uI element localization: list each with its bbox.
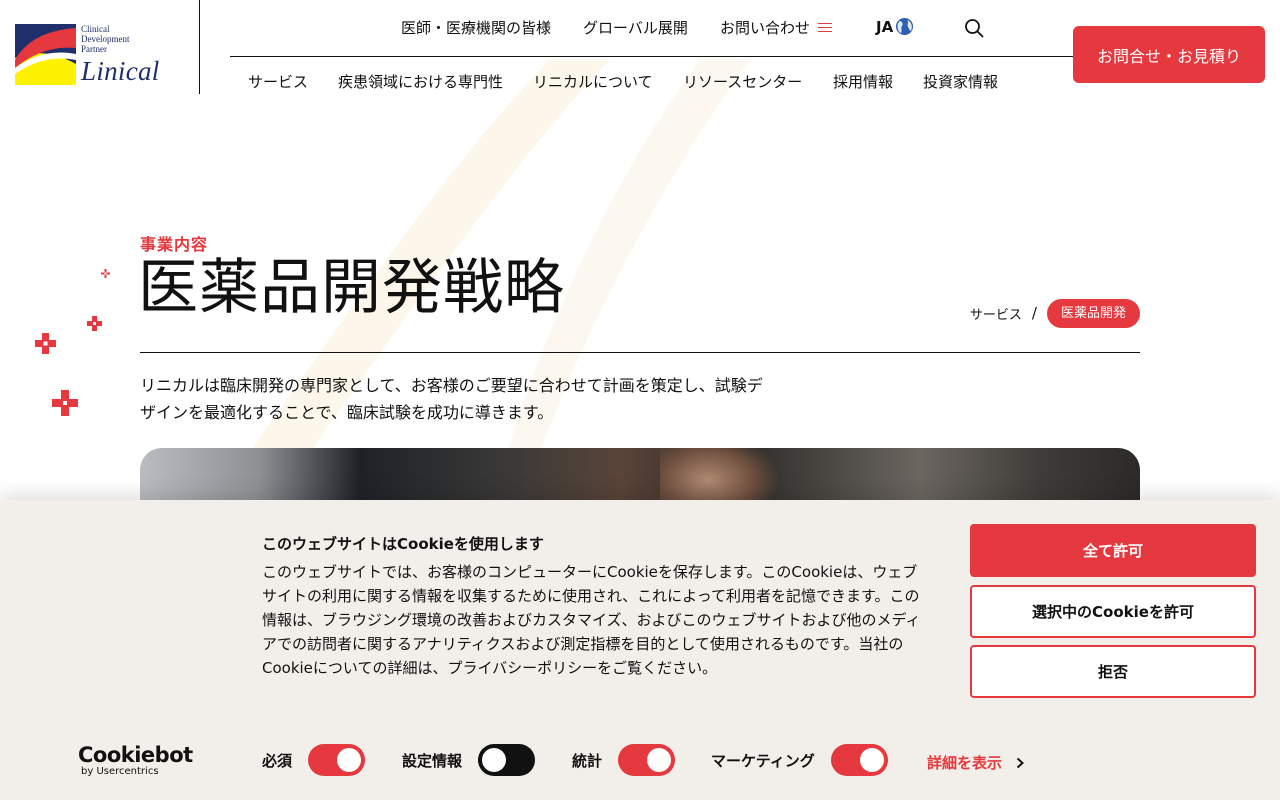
cross-decoration-icon <box>52 390 78 416</box>
util-link-contact[interactable]: お問い合わせ <box>720 17 833 38</box>
preferences-switch[interactable] <box>478 744 536 776</box>
cookiebot-logo: Cookiebot by Usercentrics <box>78 743 193 777</box>
cross-decoration-icon <box>87 316 102 331</box>
toggle-necessary: 必須 <box>262 744 366 776</box>
logo-mark-icon <box>15 24 76 85</box>
cookiebot-byline: by Usercentrics <box>81 766 159 777</box>
toggle-preferences: 設定情報 <box>402 744 536 776</box>
breadcrumb-services[interactable]: サービス <box>970 304 1022 323</box>
page-title: 医薬品開発戦略 <box>138 253 565 323</box>
nav-item-resources[interactable]: リソースセンター <box>683 71 802 92</box>
util-link-physicians[interactable]: 医師・医療機関の皆様 <box>401 17 551 38</box>
allow-selected-button[interactable]: 選択中のCookieを許可 <box>970 585 1256 638</box>
statistics-switch[interactable] <box>618 744 676 776</box>
utility-nav: 医師・医療機関の皆様 グローバル展開 お問い合わせ JA <box>230 17 1025 39</box>
search-icon[interactable] <box>964 18 984 38</box>
cross-decoration-icon <box>35 333 56 354</box>
globe-icon <box>896 17 914 36</box>
marketing-switch[interactable] <box>830 744 888 776</box>
contact-quote-button[interactable]: お問合せ・お見積り <box>1073 26 1265 83</box>
show-details-label: 詳細を表示 <box>927 754 1003 772</box>
cross-decoration-icon <box>101 269 110 278</box>
cookie-title: このウェブサイトはCookieを使用します <box>262 535 544 553</box>
cookie-banner: このウェブサイトはCookieを使用します このウェブサイトでは、お客様のコンピ… <box>0 500 1280 800</box>
util-link-contact-label: お問い合わせ <box>720 19 811 37</box>
intro-line-2: ザインを最適化することで、臨床試験を成功に導きます。 <box>140 403 554 422</box>
allow-all-button[interactable]: 全て許可 <box>970 524 1256 577</box>
toggle-label: 統計 <box>572 751 603 770</box>
necessary-switch[interactable] <box>308 744 366 776</box>
toggle-label: 必須 <box>262 751 293 770</box>
cookiebot-name: Cookiebot <box>78 743 193 767</box>
util-link-global[interactable]: グローバル展開 <box>583 17 688 38</box>
language-switcher[interactable]: JA <box>876 17 914 36</box>
header-rule <box>230 56 1080 57</box>
breadcrumb-current: 医薬品開発 <box>1046 298 1140 328</box>
nav-item-expertise[interactable]: 疾患領域における専門性 <box>338 71 503 92</box>
nav-item-investors[interactable]: 投資家情報 <box>923 71 998 92</box>
linical-logo[interactable]: Clinical Development Partner Linical <box>15 20 185 90</box>
breadcrumb-separator: / <box>1031 304 1037 322</box>
toggle-statistics: 統計 <box>572 744 676 776</box>
nav-item-about[interactable]: リニカルについて <box>533 71 653 92</box>
logo-wordmark: Linical <box>81 56 160 86</box>
breadcrumb: サービス / 医薬品開発 <box>970 298 1140 328</box>
deny-button[interactable]: 拒否 <box>970 645 1256 698</box>
intro-text: リニカルは臨床開発の専門家として、お客様のご要望に合わせて計画を策定し、試験デ … <box>140 372 820 426</box>
logo-divider <box>199 0 200 94</box>
cookie-body: このウェブサイトでは、お客様のコンピューターにCookieを保存します。このCo… <box>262 563 921 677</box>
chevron-right-icon <box>1016 757 1025 768</box>
title-rule <box>140 352 1140 353</box>
nav-item-services[interactable]: サービス <box>248 71 308 92</box>
toggle-marketing: マーケティング <box>711 744 888 776</box>
show-details-link[interactable]: 詳細を表示 <box>927 752 1025 773</box>
toggle-label: 設定情報 <box>402 751 463 770</box>
toggle-label: マーケティング <box>711 751 815 770</box>
logo-tagline: Clinical Development Partner <box>81 24 130 54</box>
menu-lines-icon <box>818 23 833 32</box>
nav-item-careers[interactable]: 採用情報 <box>833 71 893 92</box>
language-label: JA <box>876 17 894 36</box>
intro-line-1: リニカルは臨床開発の専門家として、お客様のご要望に合わせて計画を策定し、試験デ <box>140 376 763 395</box>
